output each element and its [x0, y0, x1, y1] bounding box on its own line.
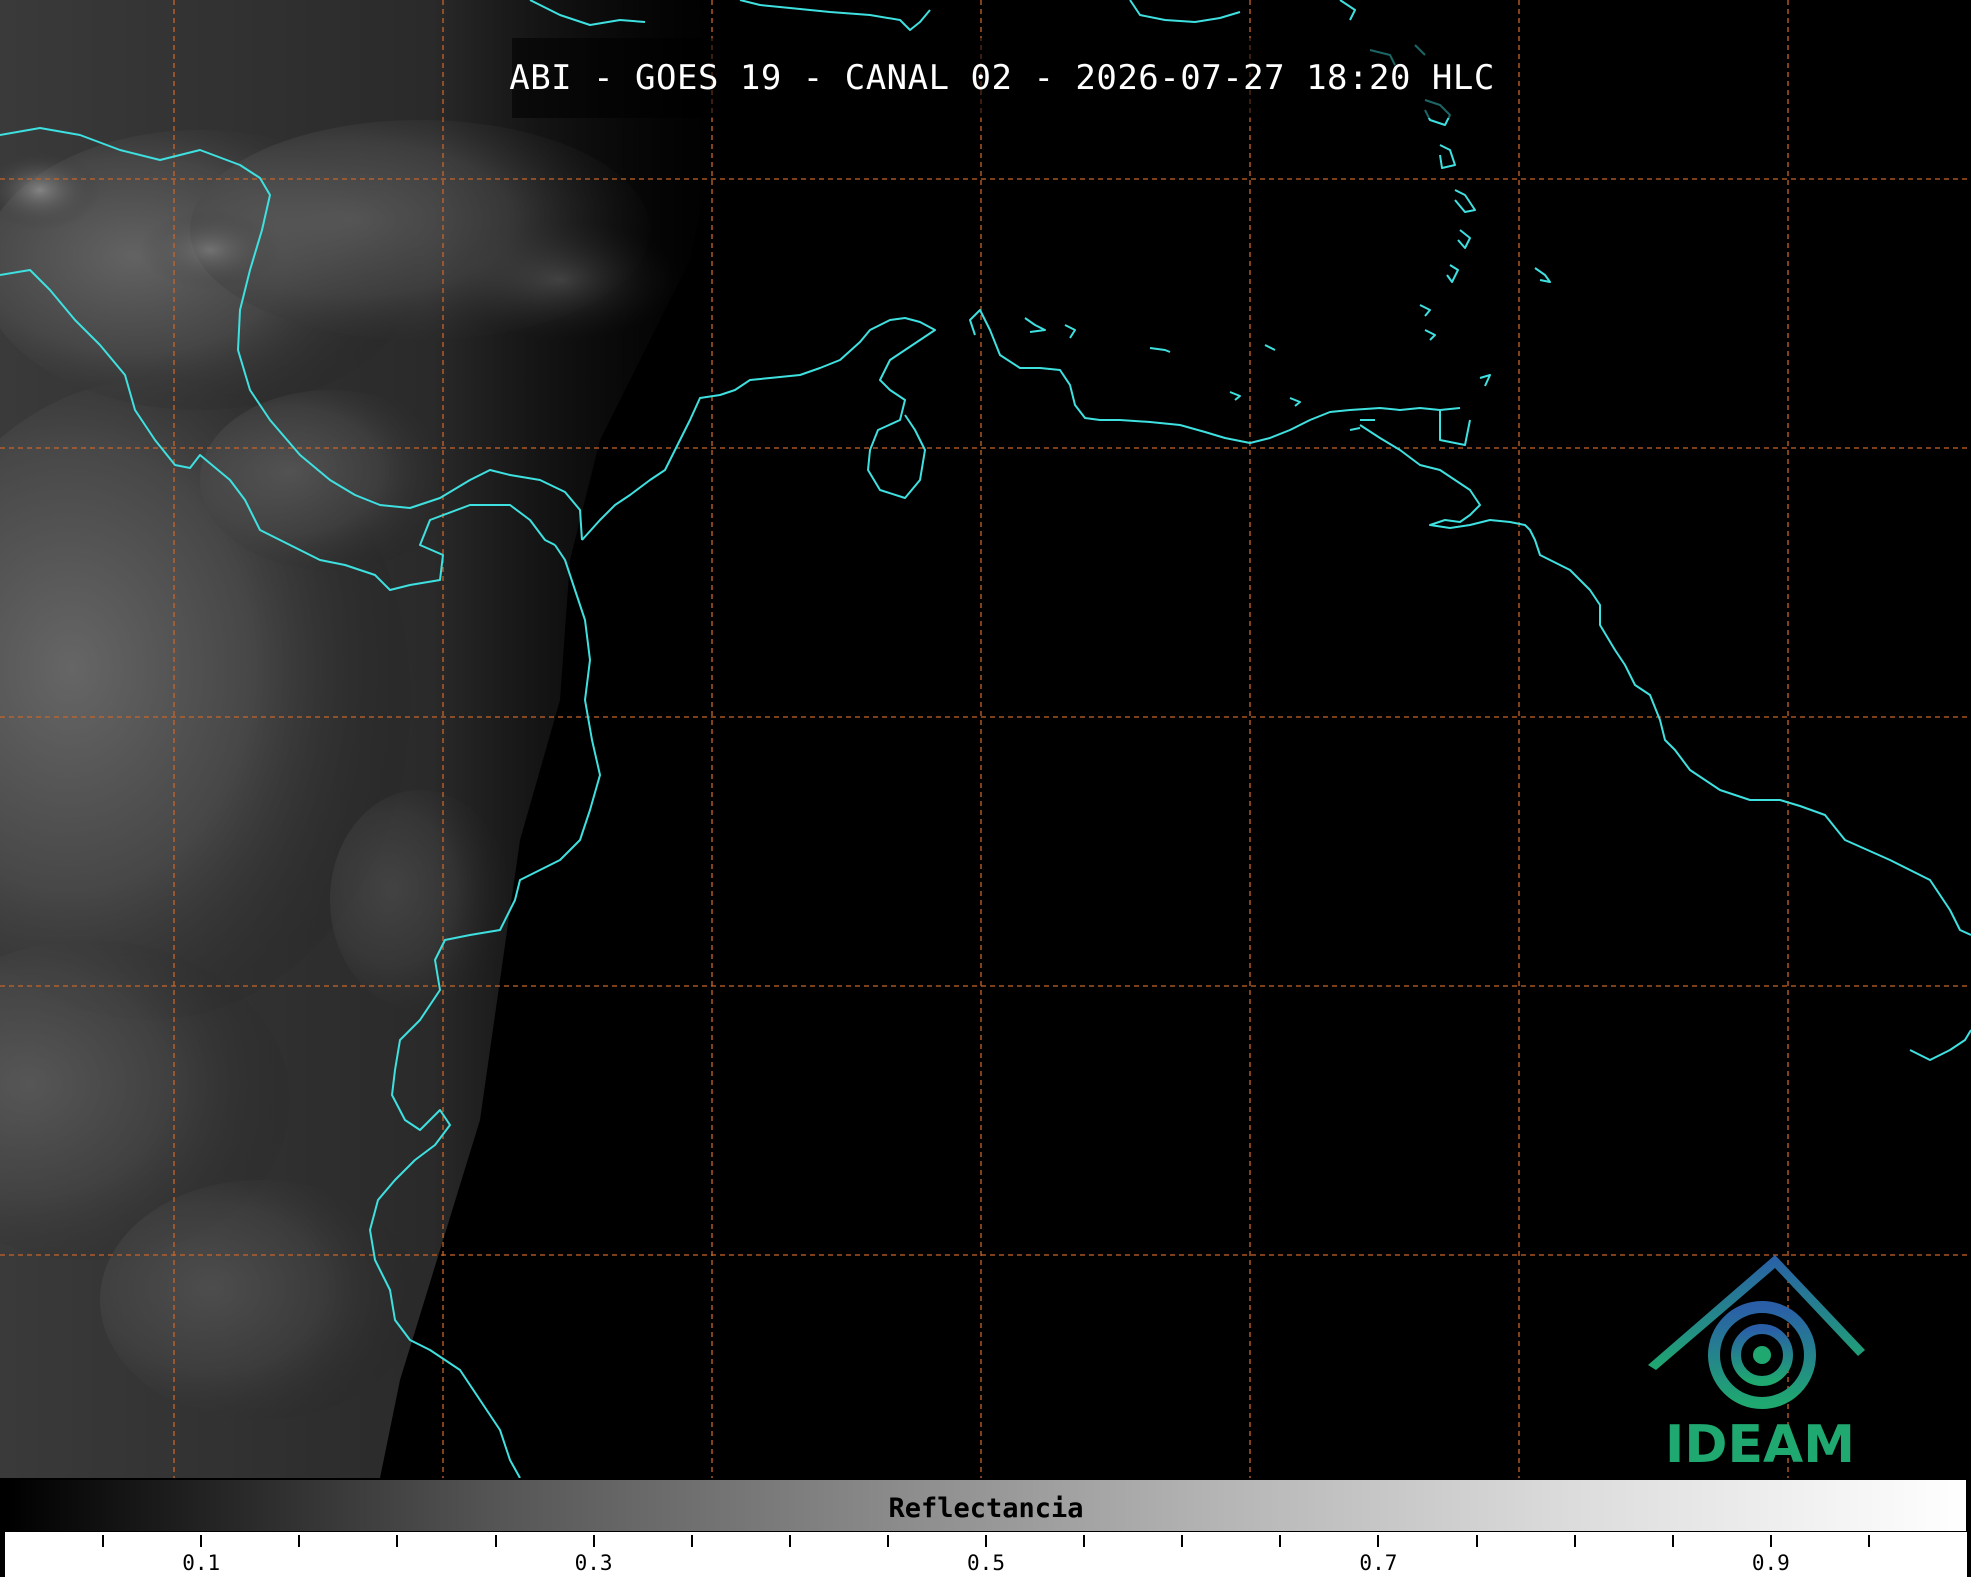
colorbar-minor-tick [1475, 1535, 1478, 1547]
colorbar-minor-tick [1671, 1535, 1674, 1547]
satellite-map[interactable]: ABI - GOES 19 - CANAL 02 - 2026-07-27 18… [0, 0, 1971, 1478]
colorbar-major-tick [985, 1535, 987, 1547]
colorbar-minor-tick [1279, 1535, 1282, 1547]
colorbar-tick-label: 0.9 [1751, 1551, 1790, 1575]
colorbar-minor-tick [886, 1535, 889, 1547]
colorbar-minor-tick [690, 1535, 693, 1547]
colorbar-tick-label: 0.3 [574, 1551, 613, 1575]
colorbar-minor-tick [396, 1535, 399, 1547]
colorbar-major-tick [1769, 1535, 1772, 1547]
ideam-logo-text: IDEAM [1664, 1415, 1856, 1475]
colorbar-minor-tick [788, 1535, 791, 1547]
colorbar-minor-tick [1181, 1535, 1184, 1547]
colorbar-minor-tick [1083, 1535, 1086, 1547]
colorbar-minor-tick [102, 1535, 105, 1547]
ideam-logo-icon [1648, 1255, 1865, 1409]
colorbar-minor-tick [1867, 1535, 1870, 1547]
colorbar-minor-tick [494, 1535, 497, 1547]
colorbar-tick-label: 0.1 [182, 1551, 221, 1575]
colorbar: Reflectancia [5, 1479, 1967, 1532]
colorbar-major-tick [200, 1535, 203, 1547]
reflectance-imagery [0, 0, 720, 1478]
title-box: ABI - GOES 19 - CANAL 02 - 2026-07-27 18… [509, 38, 1495, 118]
ideam-logo: IDEAM [1640, 1250, 1880, 1475]
colorbar-major-tick [592, 1535, 595, 1547]
colorbar-axis: 0.1 0.3 0.5 0.7 0.9 [5, 1532, 1967, 1577]
colorbar-label: Reflectancia [888, 1493, 1084, 1524]
colorbar-major-tick [1377, 1535, 1380, 1547]
colorbar-minor-tick [298, 1535, 301, 1547]
colorbar-tick-label: 0.5 [967, 1551, 1005, 1575]
colorbar-tick-label: 0.7 [1359, 1551, 1398, 1575]
colorbar-minor-tick [1573, 1535, 1576, 1547]
map-title: ABI - GOES 19 - CANAL 02 - 2026-07-27 18… [509, 58, 1495, 98]
